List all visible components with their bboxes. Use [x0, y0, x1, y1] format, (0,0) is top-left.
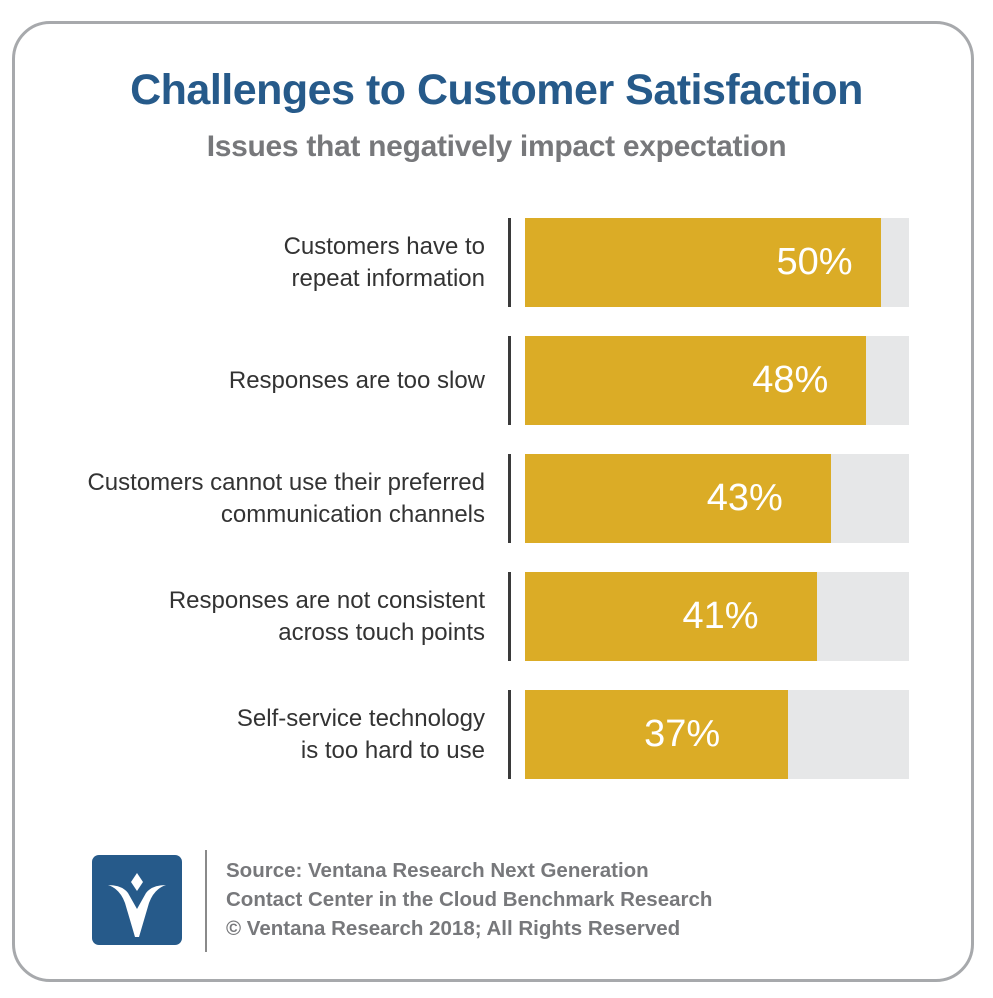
chart-title: Challenges to Customer Satisfaction: [130, 66, 863, 114]
bar-track: 37%: [525, 690, 909, 779]
category-divider: [508, 218, 511, 307]
bar: [525, 454, 831, 543]
bar-value-label: 43%: [706, 477, 783, 519]
category-label: Self-service technology is too hard to us…: [236, 704, 485, 764]
category-divider: [508, 454, 511, 543]
category-label: Responses are not consistent across touch…: [168, 586, 485, 646]
bar-value-label: 37%: [644, 713, 721, 755]
bar-value-label: 41%: [682, 595, 759, 637]
bar-value-label: 50%: [776, 241, 853, 283]
category-divider: [508, 690, 511, 779]
source-line: Contact Center in the Cloud Benchmark Re…: [226, 888, 713, 911]
category-label: Responses are too slow: [228, 366, 485, 394]
bar-track: 48%: [525, 336, 909, 425]
bar-value-label: 48%: [752, 359, 829, 401]
bar: [525, 572, 817, 661]
category-divider: [508, 336, 511, 425]
source-line: Source: Ventana Research Next Generation: [226, 859, 649, 882]
bar-track: 41%: [525, 572, 909, 661]
ventana-logo: [92, 855, 182, 945]
copyright-line: © Ventana Research 2018; All Rights Rese…: [226, 917, 681, 940]
ventana-v-logo-icon: [108, 873, 166, 937]
chart-subtitle: Issues that negatively impact expectatio…: [206, 130, 787, 163]
bar-track: 43%: [525, 454, 909, 543]
footer-divider: [205, 850, 207, 952]
bar-track: 50%: [525, 218, 909, 307]
source-text: Source: Ventana Research Next Generation…: [226, 856, 712, 943]
category-label: Customers have to repeat information: [283, 232, 485, 292]
category-divider: [508, 572, 511, 661]
category-label: Customers cannot use their preferred comm…: [87, 468, 485, 528]
